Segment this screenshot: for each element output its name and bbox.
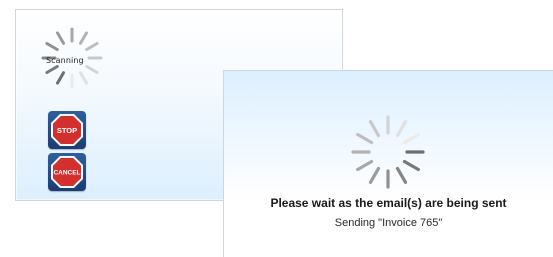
spinner-spoke bbox=[79, 31, 88, 45]
spinner-spoke bbox=[356, 132, 374, 145]
spinner-icon bbox=[351, 115, 425, 189]
sending-subtitle: Sending "Invoice 765" bbox=[334, 217, 443, 229]
spinner-spoke bbox=[45, 42, 59, 51]
spinner-spoke bbox=[402, 159, 420, 172]
spinner-spoke bbox=[395, 120, 408, 138]
cancel-button-label: CANCEL bbox=[53, 170, 80, 177]
spinner-spoke bbox=[79, 71, 88, 85]
sending-title: Please wait as the email(s) are being se… bbox=[270, 196, 507, 210]
spinner-spoke bbox=[402, 132, 420, 145]
spinner-spoke bbox=[56, 71, 65, 85]
spinner-spoke bbox=[45, 65, 59, 74]
cancel-sign-icon: CANCEL bbox=[51, 156, 83, 188]
scanning-status-label: Scanning bbox=[46, 56, 84, 65]
stop-sign-icon: STOP bbox=[51, 114, 83, 146]
spinner-spoke bbox=[85, 42, 99, 51]
cancel-button[interactable]: CANCEL bbox=[48, 153, 86, 191]
screen: Scanning STOP CANCEL Please wait as the … bbox=[0, 0, 553, 257]
sending-dialog: Please wait as the email(s) are being se… bbox=[223, 70, 553, 257]
stop-button-label: STOP bbox=[57, 126, 77, 135]
spinner-spoke bbox=[356, 159, 374, 172]
spinner-spoke bbox=[368, 166, 381, 184]
spinner-spoke bbox=[85, 65, 99, 74]
stop-button[interactable]: STOP bbox=[48, 111, 86, 149]
spinner-spoke bbox=[56, 31, 65, 45]
spinner-spoke bbox=[368, 120, 381, 138]
spinner-spoke bbox=[395, 166, 408, 184]
